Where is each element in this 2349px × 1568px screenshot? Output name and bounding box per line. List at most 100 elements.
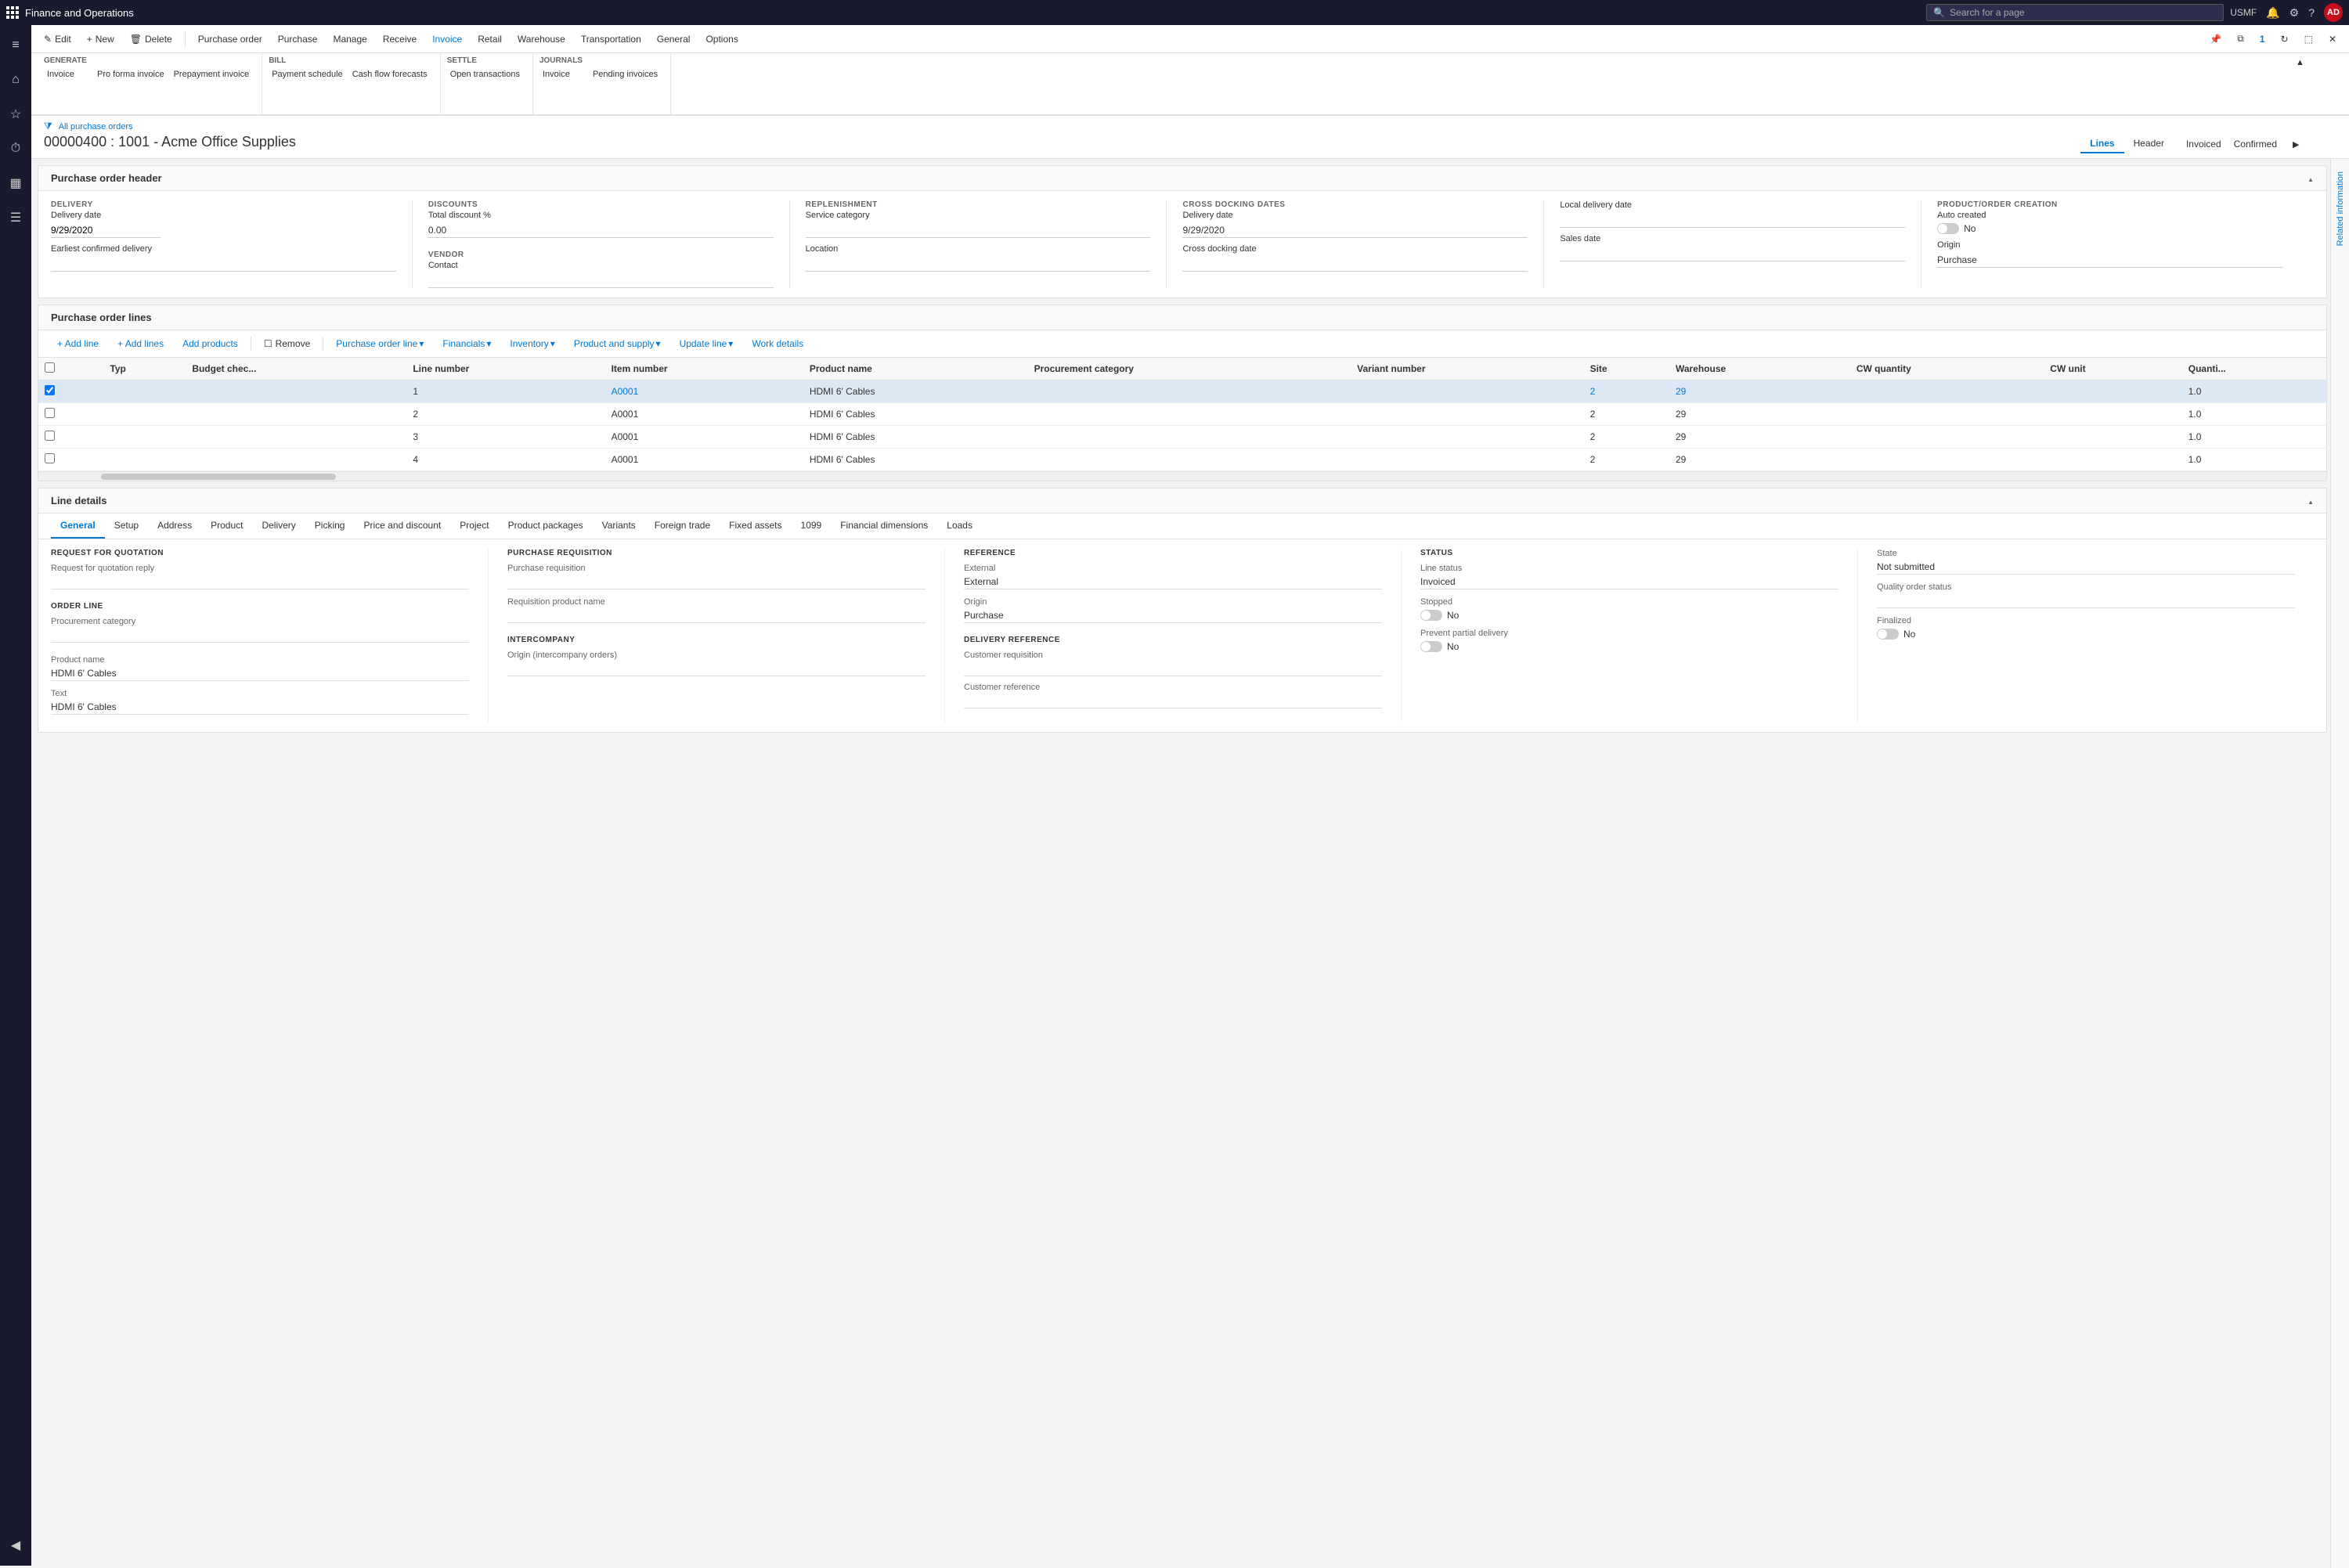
ribbon-proforma-btn[interactable]: Pro forma invoice bbox=[94, 68, 168, 81]
prevent-partial-toggle-control[interactable] bbox=[1420, 641, 1442, 652]
delete-button[interactable]: 🗑 Delete bbox=[124, 28, 179, 50]
col-site[interactable]: Site bbox=[1584, 358, 1669, 380]
work-details-btn[interactable]: Work details bbox=[745, 335, 810, 352]
col-line-number[interactable]: Line number bbox=[406, 358, 604, 380]
waffle-icon[interactable] bbox=[6, 6, 19, 19]
tab-header[interactable]: Header bbox=[2124, 135, 2174, 153]
col-quantity[interactable]: Quanti... bbox=[2182, 358, 2326, 380]
ribbon-collapse-btn[interactable]: ▲ bbox=[2293, 56, 2340, 69]
breadcrumb[interactable]: All purchase orders bbox=[59, 122, 133, 132]
favorites-icon[interactable]: ☆ bbox=[2, 100, 30, 128]
menu-warehouse[interactable]: Warehouse bbox=[511, 28, 572, 50]
detail-tab-project[interactable]: Project bbox=[450, 514, 498, 539]
back-nav-icon[interactable]: ⬚ bbox=[2298, 28, 2319, 50]
refresh-icon[interactable]: ↻ bbox=[2275, 28, 2295, 50]
ribbon-payment-schedule-btn[interactable]: Payment schedule bbox=[269, 68, 346, 81]
row-checkbox[interactable] bbox=[45, 408, 55, 418]
tab-lines[interactable]: Lines bbox=[2080, 135, 2123, 153]
menu-transportation[interactable]: Transportation bbox=[575, 28, 648, 50]
row-check[interactable] bbox=[38, 426, 103, 449]
detail-tab-product-packages[interactable]: Product packages bbox=[499, 514, 593, 539]
menu-receive[interactable]: Receive bbox=[377, 28, 423, 50]
row-check[interactable] bbox=[38, 403, 103, 426]
add-lines-button[interactable]: + Add lines bbox=[111, 335, 170, 352]
finalized-toggle-control[interactable] bbox=[1877, 629, 1899, 640]
ribbon-pending-invoices-btn[interactable]: Pending invoices bbox=[590, 68, 661, 81]
detail-tab-financial-dimensions[interactable]: Financial dimensions bbox=[831, 514, 937, 539]
detail-tab-1099[interactable]: 1099 bbox=[792, 514, 832, 539]
auto-created-toggle-control[interactable] bbox=[1937, 223, 1959, 234]
menu-options[interactable]: Options bbox=[699, 28, 744, 50]
table-scrollbar[interactable] bbox=[38, 471, 2326, 481]
col-variant-number[interactable]: Variant number bbox=[1351, 358, 1583, 380]
user-avatar[interactable]: AD bbox=[2324, 3, 2343, 22]
add-line-button[interactable]: + Add line bbox=[51, 335, 105, 352]
hamburger-icon[interactable]: ≡ bbox=[2, 31, 30, 59]
detail-tab-general[interactable]: General bbox=[51, 514, 105, 539]
row-check[interactable] bbox=[38, 449, 103, 471]
notification-icon[interactable]: 🔔 bbox=[2266, 6, 2279, 20]
detail-tab-loads[interactable]: Loads bbox=[937, 514, 982, 539]
detail-tab-setup[interactable]: Setup bbox=[105, 514, 148, 539]
menu-manage[interactable]: Manage bbox=[327, 28, 373, 50]
col-cw-quantity[interactable]: CW quantity bbox=[1850, 358, 2044, 380]
fullscreen-icon[interactable]: ⧉ bbox=[2231, 28, 2250, 50]
side-collapse-icon[interactable]: ▶ bbox=[2289, 138, 2336, 151]
detail-tab-product[interactable]: Product bbox=[201, 514, 252, 539]
col-cw-unit[interactable]: CW unit bbox=[2044, 358, 2181, 380]
recent-icon[interactable]: ⏱ bbox=[2, 135, 30, 163]
notification-badge[interactable]: 1 bbox=[2253, 28, 2271, 50]
detail-tab-price-and-discount[interactable]: Price and discount bbox=[354, 514, 450, 539]
pin-icon[interactable]: 📌 bbox=[2203, 28, 2228, 50]
detail-tab-address[interactable]: Address bbox=[148, 514, 201, 539]
line-details-panel-header[interactable]: Line details bbox=[38, 488, 2326, 514]
search-bar[interactable]: 🔍 Search for a page bbox=[1926, 4, 2224, 21]
ribbon-open-transactions-btn[interactable]: Open transactions bbox=[447, 68, 523, 81]
purchase-header-panel-header[interactable]: Purchase order header bbox=[38, 166, 2326, 191]
related-info-label[interactable]: Related information bbox=[2336, 171, 2345, 246]
col-budget[interactable]: Budget chec... bbox=[186, 358, 406, 380]
row-checkbox[interactable] bbox=[45, 385, 55, 395]
menu-purchase[interactable]: Purchase bbox=[272, 28, 324, 50]
detail-tab-fixed-assets[interactable]: Fixed assets bbox=[720, 514, 791, 539]
detail-tab-foreign-trade[interactable]: Foreign trade bbox=[645, 514, 720, 539]
ribbon-prepayment-btn[interactable]: Prepayment invoice bbox=[171, 68, 253, 81]
close-page-icon[interactable]: ✕ bbox=[2322, 28, 2343, 50]
col-item-number[interactable]: Item number bbox=[605, 358, 803, 380]
ribbon-invoice-btn[interactable]: Invoice bbox=[44, 68, 91, 81]
col-warehouse[interactable]: Warehouse bbox=[1669, 358, 1850, 380]
col-procurement-category[interactable]: Procurement category bbox=[1028, 358, 1351, 380]
menu-purchase-order[interactable]: Purchase order bbox=[192, 28, 269, 50]
col-product-name[interactable]: Product name bbox=[803, 358, 1028, 380]
remove-button[interactable]: ☐ Remove bbox=[258, 335, 316, 352]
row-checkbox[interactable] bbox=[45, 453, 55, 463]
help-icon[interactable]: ? bbox=[2308, 6, 2315, 19]
edit-button[interactable]: ✎ Edit bbox=[38, 28, 78, 50]
purchase-order-line-dropdown[interactable]: Purchase order line ▾ bbox=[330, 335, 430, 352]
home-icon[interactable]: ⌂ bbox=[2, 66, 30, 94]
col-check[interactable] bbox=[38, 358, 103, 380]
workspaces-icon[interactable]: ▦ bbox=[2, 169, 30, 197]
menu-retail[interactable]: Retail bbox=[471, 28, 508, 50]
table-row[interactable]: 2 A0001 HDMI 6' Cables 2 29 1.0 bbox=[38, 403, 2326, 426]
stopped-toggle-control[interactable] bbox=[1420, 610, 1442, 621]
menu-general[interactable]: General bbox=[651, 28, 697, 50]
settings-icon[interactable]: ⚙ bbox=[2289, 6, 2300, 20]
menu-invoice[interactable]: Invoice bbox=[426, 28, 468, 50]
table-row[interactable]: 4 A0001 HDMI 6' Cables 2 29 1.0 bbox=[38, 449, 2326, 471]
product-supply-dropdown[interactable]: Product and supply ▾ bbox=[568, 335, 667, 352]
delivery-date-input[interactable] bbox=[51, 223, 161, 238]
detail-tab-picking[interactable]: Picking bbox=[305, 514, 355, 539]
ribbon-cashflow-btn[interactable]: Cash flow forecasts bbox=[349, 68, 431, 81]
detail-tab-delivery[interactable]: Delivery bbox=[252, 514, 305, 539]
row-check[interactable] bbox=[38, 380, 103, 403]
purchase-lines-panel-header[interactable]: Purchase order lines bbox=[38, 305, 2326, 330]
update-line-dropdown[interactable]: Update line ▾ bbox=[673, 335, 740, 352]
add-products-button[interactable]: Add products bbox=[176, 335, 244, 352]
modules-icon[interactable]: ☰ bbox=[2, 204, 30, 232]
col-type[interactable]: Typ bbox=[103, 358, 186, 380]
inventory-dropdown[interactable]: Inventory ▾ bbox=[503, 335, 561, 352]
row-checkbox[interactable] bbox=[45, 431, 55, 441]
table-row[interactable]: 1 A0001 HDMI 6' Cables 2 29 1.0 bbox=[38, 380, 2326, 403]
collapse-icon[interactable]: ◀ bbox=[2, 1531, 30, 1559]
